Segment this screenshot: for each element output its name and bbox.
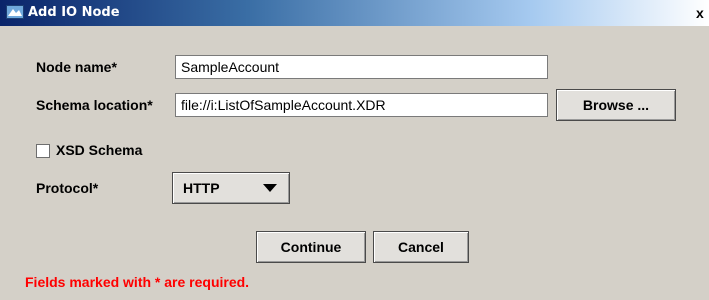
app-window-icon (6, 5, 24, 19)
continue-button[interactable]: Continue (256, 231, 366, 263)
protocol-label: Protocol* (36, 180, 99, 196)
cancel-button[interactable]: Cancel (373, 231, 469, 263)
close-button[interactable]: x (696, 5, 709, 21)
xsd-schema-label: XSD Schema (56, 142, 143, 158)
add-io-node-dialog: Add IO Node x Node name* Schema location… (0, 0, 709, 300)
xsd-schema-checkbox[interactable] (36, 144, 50, 158)
node-name-input[interactable] (175, 55, 548, 79)
schema-location-input[interactable] (175, 93, 548, 117)
node-name-label: Node name* (36, 59, 117, 75)
required-fields-note: Fields marked with * are required. (25, 274, 250, 290)
browse-button[interactable]: Browse ... (556, 89, 676, 121)
triangle-down-icon (263, 184, 277, 192)
window-title: Add IO Node (28, 5, 120, 20)
protocol-selected-value: HTTP (183, 180, 220, 196)
schema-location-label: Schema location* (36, 97, 153, 113)
protocol-select[interactable]: HTTP (172, 172, 290, 204)
title-bar[interactable]: Add IO Node x (0, 0, 709, 26)
